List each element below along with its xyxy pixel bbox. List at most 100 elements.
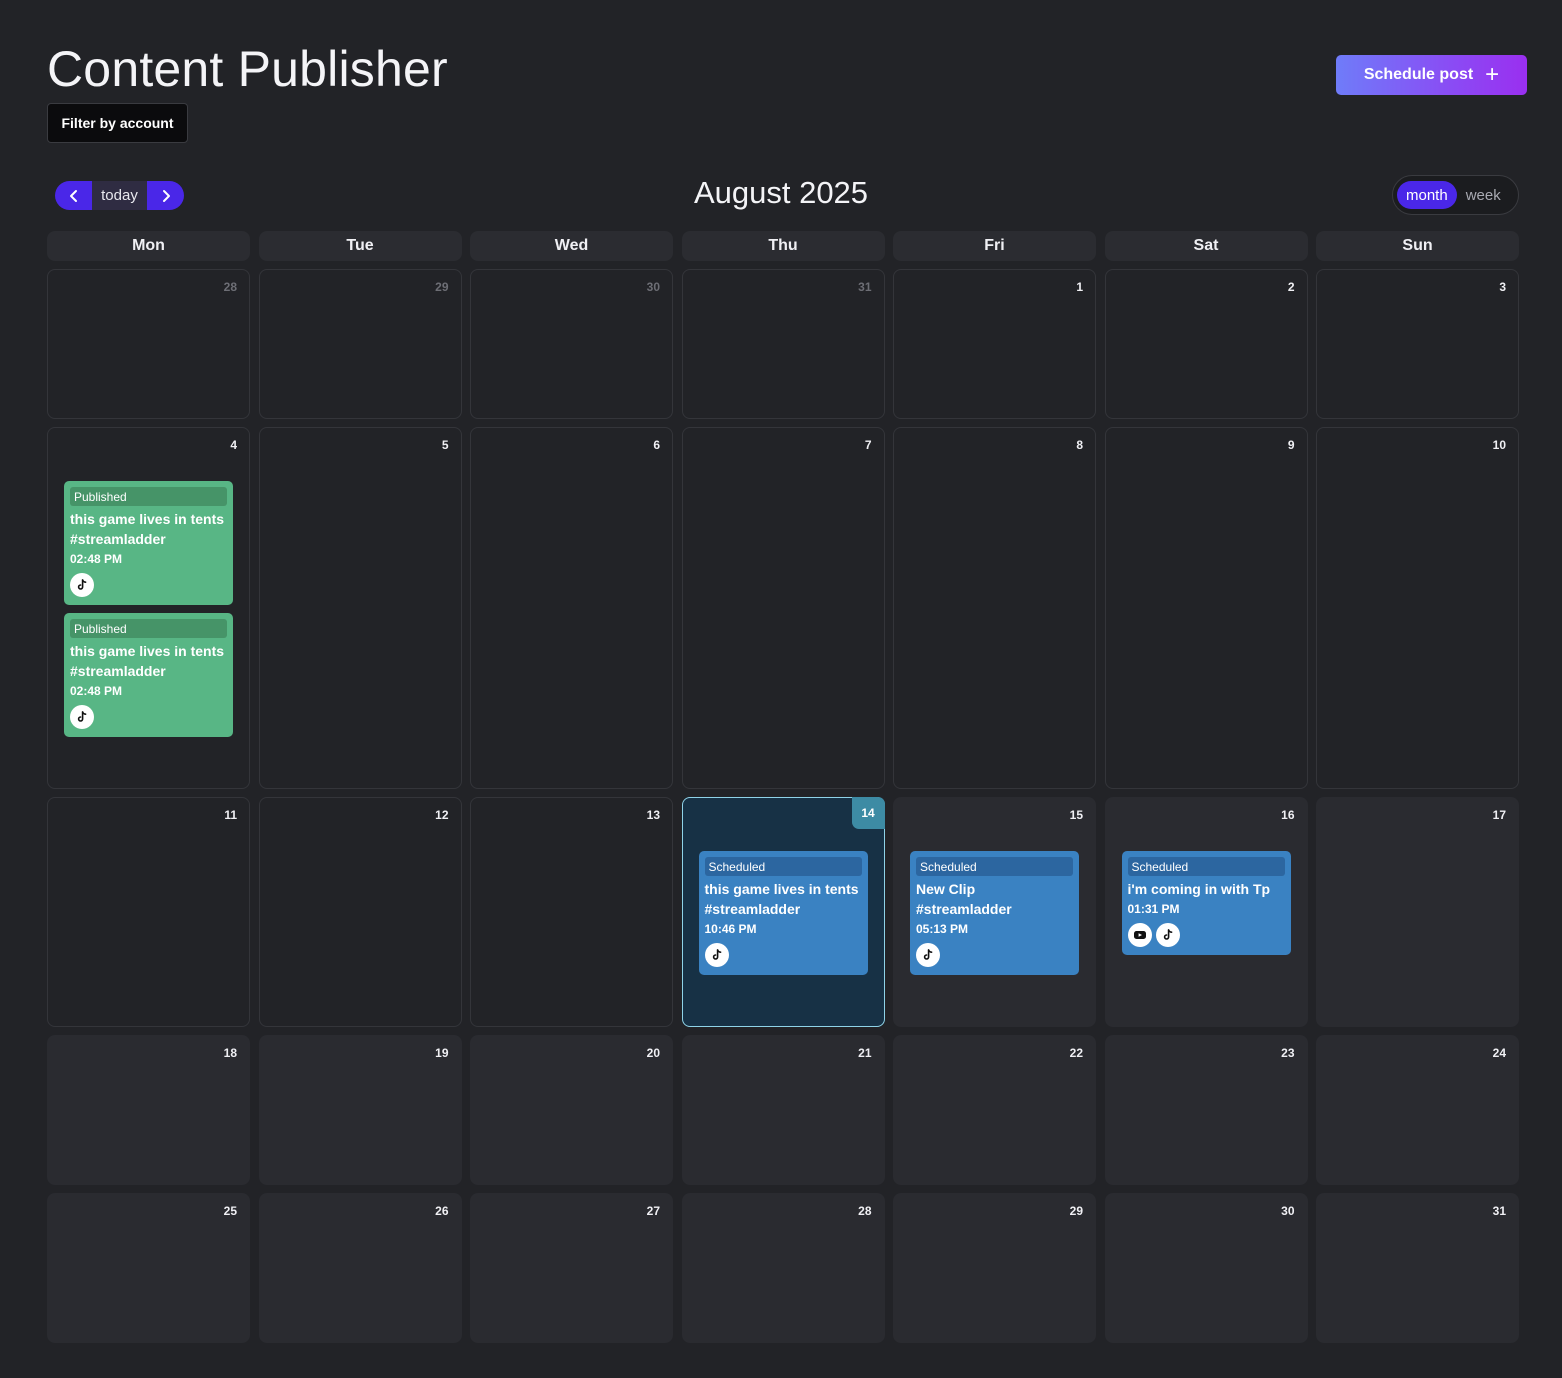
schedule-post-label: Schedule post	[1363, 66, 1474, 83]
day-number: 3	[1499, 280, 1506, 294]
weekday-label: Sun	[1316, 231, 1519, 261]
day-cell[interactable]: 9	[1104, 427, 1308, 789]
day-cell[interactable]: 22	[893, 1035, 1096, 1185]
day-cell[interactable]: 20	[470, 1035, 673, 1185]
day-cell[interactable]: 3	[1316, 269, 1519, 419]
day-number: 23	[1281, 1046, 1295, 1060]
day-cell[interactable]: 4 Published this game lives in tents #stre…	[47, 427, 250, 789]
month-label: August 2025	[693, 175, 869, 210]
day-cell[interactable]: 24	[1316, 1035, 1519, 1185]
day-number: 30	[1281, 1204, 1295, 1218]
day-cell[interactable]: 8	[893, 427, 1096, 789]
day-number: 11	[224, 808, 237, 822]
page-title: Content Publisher	[47, 41, 448, 97]
day-cell[interactable]: 10	[1316, 427, 1519, 789]
platform-icons	[916, 943, 1073, 967]
platform-icons	[70, 573, 227, 597]
day-number: 19	[435, 1046, 449, 1060]
day-number: 13	[646, 808, 660, 822]
weekday-label: Mon	[47, 231, 250, 261]
day-cell[interactable]: 12	[258, 797, 462, 1027]
day-cell[interactable]: 16 Scheduled i'm coming in with Tp 01:31 PM	[1104, 797, 1308, 1027]
post-title: New Clip #streamladder	[916, 881, 1012, 917]
day-cell[interactable]: 28	[47, 269, 250, 419]
filter-by-account-button[interactable]: Filter by account	[47, 103, 188, 143]
day-number: 31	[1492, 1204, 1506, 1218]
day-cell[interactable]: 29	[258, 269, 462, 419]
week-row: 4 Published this game lives in tents #stre…	[47, 427, 1519, 789]
post-time: 10:46 PM	[704, 922, 757, 936]
platform-icons	[70, 705, 227, 729]
post-title: this game lives in tents #streamladder	[70, 511, 225, 547]
day-cell[interactable]: 30	[1104, 1193, 1308, 1343]
status-badge: Published	[70, 619, 227, 638]
weekday-label: Tue	[258, 231, 462, 261]
day-cell[interactable]: 18	[47, 1035, 250, 1185]
view-month-button[interactable]: month	[1397, 181, 1457, 209]
youtube-icon	[1127, 923, 1152, 947]
post-title: this game lives in tents #streamladder	[70, 643, 225, 679]
week-row: 18 19 20 21 22 23 24	[47, 1035, 1519, 1185]
schedule-post-button[interactable]: Schedule post +	[1336, 55, 1527, 95]
day-number: 26	[435, 1204, 449, 1218]
platform-icons	[704, 943, 862, 967]
weekday-header: Mon Tue Wed Thu Fri Sat Sun	[47, 231, 1519, 261]
day-cell[interactable]: 28	[681, 1193, 885, 1343]
day-number: 9	[1287, 438, 1295, 452]
day-number: 4	[230, 438, 237, 452]
post-card[interactable]: Scheduled this game lives in tents #strea…	[698, 851, 868, 975]
week-row: 28 29 30 31 1 2 3	[47, 269, 1519, 419]
plus-icon: +	[1485, 61, 1500, 88]
day-number: 17	[1492, 808, 1506, 822]
day-number: 5	[441, 438, 449, 452]
day-number: 10	[1492, 438, 1506, 452]
post-card[interactable]: Published this game lives in tents #strea…	[64, 481, 233, 605]
weekday-label: Wed	[470, 231, 673, 261]
day-number: 27	[646, 1204, 660, 1218]
day-cell[interactable]: 17	[1316, 797, 1519, 1027]
post-title: i'm coming in with Tp	[1127, 881, 1271, 897]
status-badge: Scheduled	[1127, 857, 1285, 876]
day-cell[interactable]: 5	[258, 427, 462, 789]
day-cell[interactable]: 29	[893, 1193, 1096, 1343]
day-cell[interactable]: 31	[1316, 1193, 1519, 1343]
day-cell[interactable]: 26	[258, 1193, 462, 1343]
post-card[interactable]: Scheduled New Clip #streamladder 05:13 PM	[910, 851, 1079, 975]
day-number: 24	[1492, 1046, 1506, 1060]
day-cell[interactable]: 1	[893, 269, 1096, 419]
post-time: 02:48 PM	[70, 552, 123, 566]
post-card[interactable]: Published this game lives in tents #strea…	[64, 613, 233, 737]
day-cell[interactable]: 21	[681, 1035, 885, 1185]
day-cell-today[interactable]: 14 Scheduled this game lives in tents #str…	[681, 797, 885, 1027]
day-number: 2	[1287, 280, 1295, 294]
day-cell[interactable]: 13	[470, 797, 673, 1027]
day-cell[interactable]: 23	[1104, 1035, 1308, 1185]
day-cell[interactable]: 7	[681, 427, 885, 789]
day-cell[interactable]: 2	[1104, 269, 1308, 419]
day-cell[interactable]: 6	[470, 427, 673, 789]
view-week-button[interactable]: week	[1457, 181, 1510, 209]
post-time: 02:48 PM	[70, 684, 123, 698]
day-cell[interactable]: 27	[470, 1193, 673, 1343]
day-cell[interactable]: 11	[47, 797, 250, 1027]
post-time: 05:13 PM	[916, 922, 969, 936]
status-badge: Scheduled	[916, 857, 1073, 876]
day-cell[interactable]: 25	[47, 1193, 250, 1343]
day-number: 29	[435, 280, 449, 294]
day-cell[interactable]: 19	[258, 1035, 462, 1185]
day-number: 1	[1076, 280, 1083, 294]
day-cell[interactable]: 15 Scheduled New Clip #streamladder 05:13 P…	[893, 797, 1096, 1027]
day-number: 21	[858, 1046, 872, 1060]
weekday-label: Fri	[893, 231, 1096, 261]
platform-icons	[1127, 923, 1285, 947]
day-number: 18	[223, 1046, 237, 1060]
day-cell[interactable]: 31	[681, 269, 885, 419]
day-number: 28	[858, 1204, 872, 1218]
day-number: 12	[435, 808, 449, 822]
post-card[interactable]: Scheduled i'm coming in with Tp 01:31 PM	[1121, 851, 1291, 955]
day-number: 7	[864, 438, 872, 452]
day-number: 28	[223, 280, 237, 294]
day-number: 6	[653, 438, 660, 452]
tiktok-icon	[1155, 923, 1180, 947]
day-cell[interactable]: 30	[470, 269, 673, 419]
